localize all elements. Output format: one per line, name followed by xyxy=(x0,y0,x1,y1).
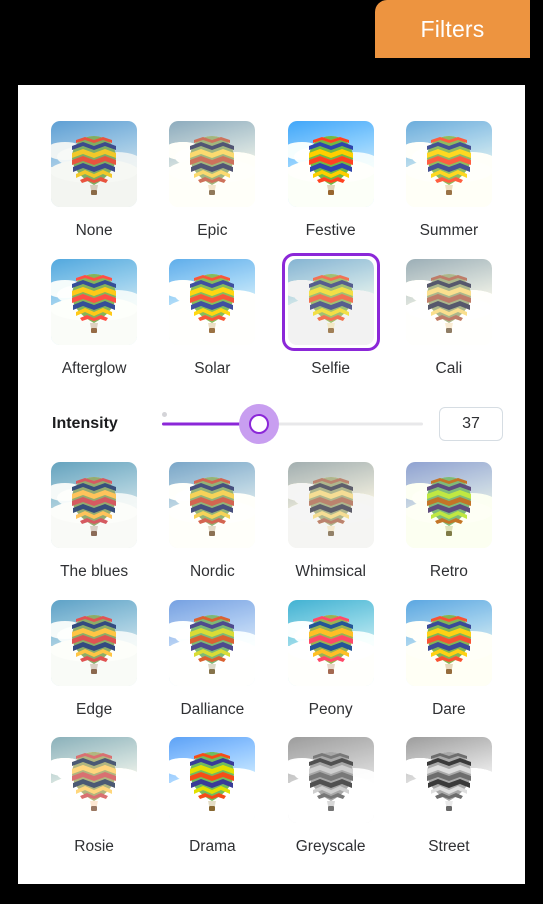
filter-cell[interactable]: Street xyxy=(390,731,508,869)
filter-cell[interactable]: Nordic xyxy=(153,456,271,594)
intensity-control: Intensity 37 xyxy=(18,396,525,452)
balloon-thumbnail-image xyxy=(51,599,138,686)
filter-label: Epic xyxy=(197,222,228,239)
filter-cell[interactable]: Epic xyxy=(153,115,271,253)
intensity-slider[interactable] xyxy=(162,404,423,445)
filter-thumbnail[interactable] xyxy=(282,115,380,213)
balloon-thumbnail-image xyxy=(169,258,256,345)
filter-thumbnail[interactable] xyxy=(163,731,261,829)
filter-label: Greyscale xyxy=(295,838,366,856)
filter-thumbnail[interactable] xyxy=(400,115,498,213)
slider-origin-dot xyxy=(162,412,167,418)
filter-cell[interactable]: None xyxy=(35,115,153,253)
filter-label: Festive xyxy=(305,222,356,239)
balloon-thumbnail-image xyxy=(405,599,492,686)
filter-thumbnail[interactable] xyxy=(163,115,261,213)
balloon-thumbnail-image xyxy=(287,599,374,686)
balloon-thumbnail-image xyxy=(169,599,256,686)
filter-thumbnail[interactable] xyxy=(282,594,380,692)
balloon-thumbnail-image xyxy=(51,737,138,824)
intensity-value-text: 37 xyxy=(462,415,480,433)
intensity-value-input[interactable]: 37 xyxy=(439,407,503,442)
filter-cell[interactable]: Greyscale xyxy=(272,731,390,869)
filter-cell[interactable]: Dalliance xyxy=(153,594,271,732)
filter-label: Whimsical xyxy=(295,563,366,581)
filter-label: Solar xyxy=(194,359,231,377)
balloon-thumbnail-image xyxy=(405,737,492,824)
balloon-thumbnail-image xyxy=(51,462,138,549)
filter-label: None xyxy=(75,222,113,239)
balloon-thumbnail-image xyxy=(287,737,374,824)
filter-thumbnail-selected[interactable] xyxy=(281,252,380,351)
filter-label: Retro xyxy=(429,563,468,581)
balloon-thumbnail-image xyxy=(51,121,138,207)
filter-thumbnail[interactable] xyxy=(163,456,261,554)
filter-thumbnail[interactable] xyxy=(400,731,498,829)
filters-panel: None Epic Festive Summer Afterglow Solar… xyxy=(18,85,525,884)
filter-cell[interactable]: The blues xyxy=(35,456,153,594)
filter-cell[interactable]: Afterglow xyxy=(35,253,153,391)
balloon-thumbnail-image xyxy=(287,258,374,345)
filter-label: Nordic xyxy=(189,563,235,581)
balloon-thumbnail-image xyxy=(405,258,492,345)
tab-filters[interactable]: Filters xyxy=(375,0,530,58)
balloon-thumbnail-image xyxy=(287,121,374,207)
filter-label: Edge xyxy=(76,700,113,718)
balloon-thumbnail-image xyxy=(287,462,374,549)
filter-thumbnail[interactable] xyxy=(45,456,143,554)
filter-thumbnail[interactable] xyxy=(163,253,261,351)
filter-thumbnail[interactable] xyxy=(163,594,261,692)
filter-cell[interactable]: Festive xyxy=(272,115,390,253)
filter-label: Dalliance xyxy=(180,700,245,718)
balloon-thumbnail-image xyxy=(51,258,138,345)
filter-grid-bottom: The blues Nordic Whimsical Retro Edge Da… xyxy=(18,456,525,869)
filter-grid-top: None Epic Festive Summer Afterglow Solar… xyxy=(18,85,525,390)
filter-thumbnail[interactable] xyxy=(45,253,143,351)
balloon-thumbnail-image xyxy=(405,462,492,549)
filter-cell[interactable]: Retro xyxy=(390,456,508,594)
filter-label: Cali xyxy=(435,359,463,377)
filter-cell[interactable]: Summer xyxy=(390,115,508,253)
filter-label: Rosie xyxy=(74,838,114,856)
filter-thumbnail[interactable] xyxy=(400,594,498,692)
filter-thumbnail[interactable] xyxy=(282,731,380,829)
filter-label: Drama xyxy=(189,838,236,856)
tab-filters-label: Filters xyxy=(420,15,485,42)
filter-thumbnail[interactable] xyxy=(400,253,498,351)
filter-thumbnail[interactable] xyxy=(45,115,143,213)
header-bar: Filters xyxy=(0,0,543,86)
filter-label: Selfie xyxy=(311,359,351,377)
filter-cell[interactable]: Whimsical xyxy=(272,456,390,594)
filter-label: The blues xyxy=(60,563,129,581)
filter-label: Street xyxy=(428,838,470,856)
filter-cell[interactable]: Drama xyxy=(153,731,271,869)
slider-thumb[interactable] xyxy=(238,404,279,445)
filter-cell[interactable]: Dare xyxy=(390,594,508,732)
intensity-label: Intensity xyxy=(52,415,118,433)
balloon-thumbnail-image xyxy=(169,737,256,824)
filter-cell[interactable]: Cali xyxy=(390,253,508,391)
filter-thumbnail[interactable] xyxy=(282,456,380,554)
filter-label: Dare xyxy=(432,700,466,718)
filter-cell[interactable]: Peony xyxy=(272,594,390,732)
balloon-thumbnail-image xyxy=(169,462,256,549)
filter-cell[interactable]: Edge xyxy=(35,594,153,732)
filter-cell[interactable]: Rosie xyxy=(35,731,153,869)
filter-thumbnail[interactable] xyxy=(45,731,143,829)
filter-label: Afterglow xyxy=(61,359,127,377)
filter-label: Peony xyxy=(308,700,353,718)
filter-thumbnail[interactable] xyxy=(400,456,498,554)
filter-thumbnail[interactable] xyxy=(45,594,143,692)
filter-label: Summer xyxy=(419,222,479,239)
filter-cell[interactable]: Selfie xyxy=(272,252,390,391)
balloon-thumbnail-image xyxy=(169,121,256,207)
balloon-thumbnail-image xyxy=(405,121,492,207)
filter-cell[interactable]: Solar xyxy=(153,253,271,391)
